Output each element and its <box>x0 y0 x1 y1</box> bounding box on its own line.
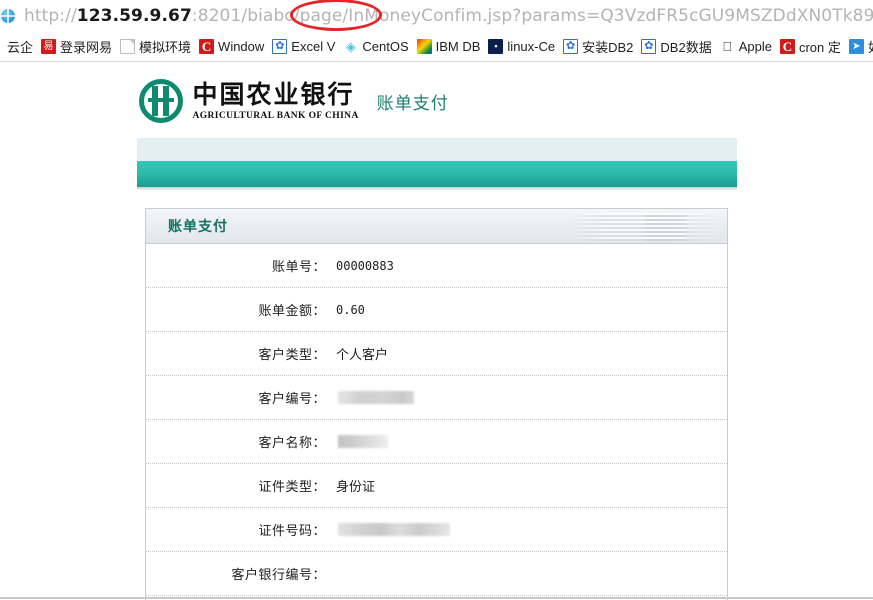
yi-icon: 易 <box>41 39 57 54</box>
bookmark-item[interactable]: ▪ linux-Ce <box>485 35 560 59</box>
bill-detail-row: 账单金额： 0.60 <box>146 288 727 332</box>
bookmark-item[interactable]: 模拟环境 <box>117 35 196 59</box>
bank-logo-icon <box>138 79 183 123</box>
bookmarks-bar: 云企易登录网易 模拟环境 C Window ✿ Excel V ◈ CentOS IBM DB ▪… <box>0 32 873 62</box>
bookmark-item[interactable]: 易登录网易 <box>38 35 117 59</box>
bookmark-label: 如 <box>868 37 873 56</box>
bookmark-item[interactable]: ✿ 安装DB2 <box>560 35 638 59</box>
bill-detail-label: 客户类型： <box>258 348 326 363</box>
paw-icon: ✿ <box>563 39 579 54</box>
bookmark-label: 模拟环境 <box>139 40 192 55</box>
bookmark-label: CentOS <box>362 39 409 54</box>
bookmark-label: linux-Ce <box>507 39 556 54</box>
bookmark-item[interactable]: ✿ Excel V <box>269 35 340 59</box>
url-path: :8201/biabc/page/InMoneyConfim.jsp?param… <box>191 6 873 26</box>
bookmark-item[interactable]: Ccron 定 <box>777 35 846 59</box>
bookmark-label: Window <box>218 39 265 54</box>
bill-detail-label: 账单金额： <box>258 304 326 319</box>
bill-detail-row: 证件号码： <box>146 508 727 552</box>
bill-detail-value: 00000883 <box>336 258 394 273</box>
bank-name-en: AGRICULTURAL BANK OF CHINA <box>192 110 359 121</box>
bill-payment-panel: 账单支付 账单号： 00000883 账单金额： 0.60 客户类型： 个人客户客户编号：… <box>145 208 728 600</box>
page-icon <box>120 39 136 54</box>
banner-teal-bar <box>136 161 737 187</box>
bill-detail-label: 账单号： <box>271 260 326 275</box>
page-content: 中国农业银行 AGRICULTURAL BANK OF CHINA 账单支付 账… <box>0 62 873 600</box>
brand-names: 中国农业银行 AGRICULTURAL BANK OF CHINA <box>193 81 359 121</box>
bill-detail-list: 账单号： 00000883 账单金额： 0.60 客户类型： 个人客户客户编号： 客户名称：… <box>146 244 727 600</box>
blue-arrow-icon: ➤ <box>848 39 864 54</box>
url-scheme: http:// <box>24 6 77 26</box>
apple-icon:  <box>719 39 735 54</box>
bill-detail-row: 客户名称： <box>146 420 727 464</box>
panel-header-title: 账单支付 <box>168 219 228 235</box>
bookmark-item[interactable]: Apple <box>717 35 777 59</box>
panel-header: 账单支付 <box>146 209 727 244</box>
globe-icon <box>0 7 18 25</box>
bookmark-item[interactable]: IBM DB <box>414 35 486 59</box>
bill-detail-value: 个人客户 <box>336 348 389 363</box>
ibm-db-icon <box>416 39 432 54</box>
centos-icon: ◈ <box>343 39 359 54</box>
bookmark-label: 云企 <box>7 40 34 55</box>
brand-header: 中国农业银行 AGRICULTURAL BANK OF CHINA 账单支付 <box>137 70 737 132</box>
bank-name-cn: 中国农业银行 <box>192 80 355 110</box>
paw-icon: ✿ <box>272 39 288 54</box>
bookmark-label: IBM DB <box>435 39 481 54</box>
bookmark-label: cron 定 <box>798 40 841 55</box>
address-bar[interactable]: http://123.59.9.67:8201/biabc/page/InMon… <box>0 0 873 32</box>
bill-detail-row: 客户类型： 个人客户 <box>146 332 727 376</box>
bill-detail-label: 客户银行编号： <box>231 568 326 583</box>
bill-detail-value: 0.60 <box>336 302 365 317</box>
bill-detail-label: 客户编号： <box>258 392 326 407</box>
bookmark-item[interactable]: ✿ DB2数据 <box>638 35 716 59</box>
bill-detail-row: 客户编号： <box>146 376 727 420</box>
url-text[interactable]: http://123.59.9.67:8201/biabc/page/InMon… <box>24 6 873 26</box>
bookmark-label: 安装DB2 <box>582 40 634 55</box>
bookmark-label: DB2数据 <box>660 40 712 55</box>
linux-icon: ▪ <box>488 39 504 54</box>
teal-banner <box>136 138 737 190</box>
bookmark-label: Excel V <box>291 39 336 54</box>
banner-shadow <box>136 187 737 190</box>
url-host: 123.59.9.67 <box>76 6 192 26</box>
bill-detail-row: 证件类型： 身份证 <box>146 464 727 508</box>
bill-detail-row: 账单号： 00000883 <box>146 244 727 288</box>
bookmark-item[interactable]: ➤如 <box>846 35 873 59</box>
page-bottom-rule <box>0 597 873 599</box>
paw-icon: ✿ <box>641 39 657 54</box>
bookmark-item[interactable]: C Window <box>196 35 269 59</box>
red-c-icon: C <box>199 39 215 54</box>
bookmark-label: 登录网易 <box>60 40 113 55</box>
redacted-value <box>338 435 388 448</box>
bill-detail-label: 证件类型： <box>258 480 326 495</box>
bookmark-item[interactable]: 云企 <box>0 35 38 59</box>
bill-detail-label: 客户名称： <box>258 436 326 451</box>
redacted-value <box>338 391 414 404</box>
bookmark-label: Apple <box>738 39 772 54</box>
page-title: 账单支付 <box>376 93 449 114</box>
bill-detail-value: 身份证 <box>336 480 376 495</box>
bill-detail-label: 证件号码： <box>258 524 326 539</box>
banner-top-strip <box>136 138 737 161</box>
redacted-value <box>338 523 450 536</box>
red-c-icon: C <box>779 39 795 54</box>
browser-chrome: http://123.59.9.67:8201/biabc/page/InMon… <box>0 0 873 62</box>
panel-header-decoration-secondary <box>645 213 687 241</box>
bookmark-item[interactable]: ◈ CentOS <box>340 35 413 59</box>
bill-detail-row: 客户银行编号： <box>146 552 727 596</box>
